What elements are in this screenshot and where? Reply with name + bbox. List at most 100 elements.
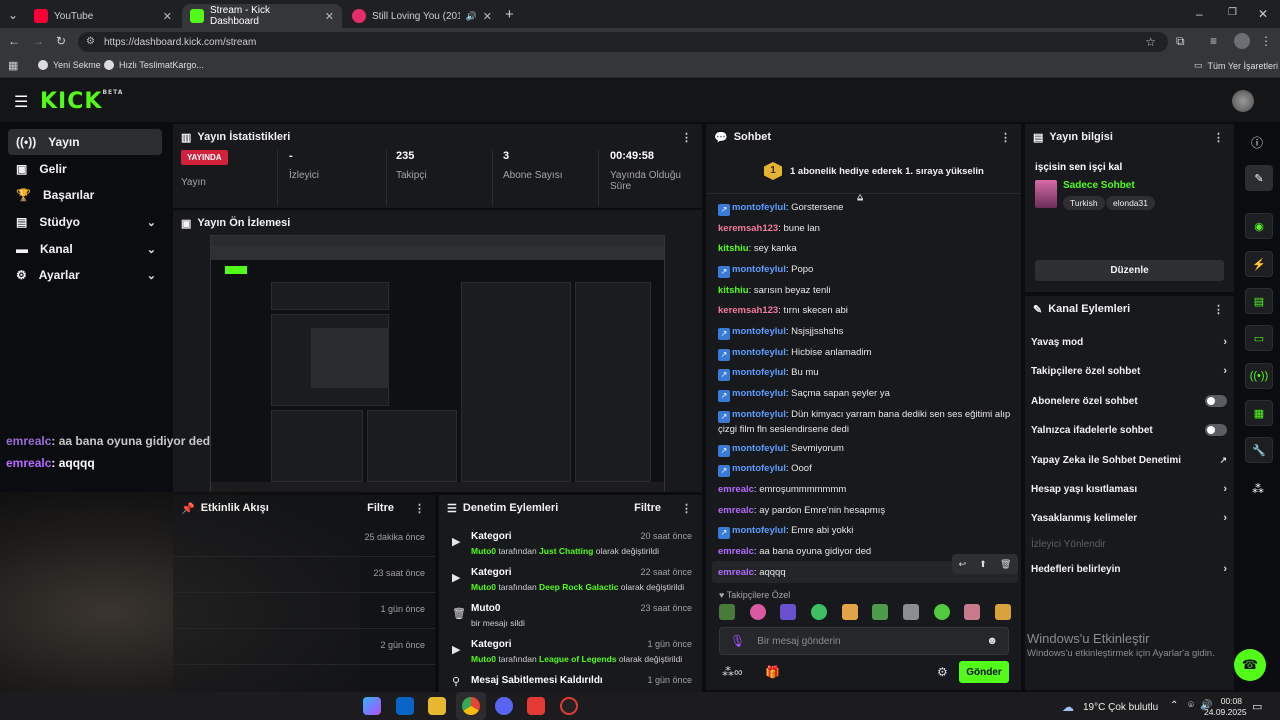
chat-message[interactable]: ↗ montofeylul: Saçma sapan şeyler ya: [718, 387, 1014, 402]
emote-icon[interactable]: [780, 604, 797, 620]
kick-logo[interactable]: KICKBETA: [40, 89, 123, 114]
action-banned-words[interactable]: Yasaklanmış kelimeler ›: [1031, 511, 1227, 525]
broadcast-side-button[interactable]: ((•)): [1245, 363, 1273, 389]
nav-channel[interactable]: ▬ Kanal ⌄: [8, 236, 162, 262]
obs-icon[interactable]: [560, 697, 578, 715]
more-icon[interactable]: ⋮: [1213, 131, 1224, 144]
chat-side-button[interactable]: ▭: [1245, 325, 1273, 351]
more-tools-icon[interactable]: ⁂: [1252, 482, 1264, 496]
tag-chip[interactable]: elonda31: [1106, 196, 1155, 210]
send-button[interactable]: Gönder: [959, 661, 1009, 683]
emote-icon[interactable]: [719, 604, 735, 620]
emote-icon[interactable]: [994, 604, 1011, 620]
chat-input[interactable]: 🎙 Bir mesaj gönderin ☻: [719, 627, 1009, 655]
action-slow-mode[interactable]: Yavaş mod ›: [1031, 335, 1227, 349]
action-set-goals[interactable]: Hedefleri belirleyin ›: [1031, 562, 1227, 576]
notifications-icon[interactable]: ▭: [1252, 700, 1262, 713]
forward-icon[interactable]: →: [32, 34, 44, 48]
window-close-icon[interactable]: ✕: [1258, 7, 1268, 21]
more-icon[interactable]: ⋮: [681, 502, 692, 515]
chat-settings-icon[interactable]: ⚙: [937, 665, 948, 679]
emote-icon[interactable]: [810, 604, 827, 620]
weather-text[interactable]: 19°C Çok bulutlu: [1083, 702, 1158, 713]
points-icon[interactable]: ⁂∞: [722, 665, 743, 679]
address-bar[interactable]: ⚙ https://dashboard.kick.com/stream ☆: [78, 32, 1168, 52]
chat-message[interactable]: kitshiu: sey kanka: [718, 242, 1014, 256]
restore-icon[interactable]: ❐: [1228, 7, 1237, 18]
more-icon[interactable]: ⋮: [1213, 303, 1224, 316]
chat-message[interactable]: ↗ montofeylul: Ooof: [718, 462, 1014, 477]
chat-message[interactable]: emrealc: ay pardon Emre'nin hesapmış: [718, 504, 1014, 518]
close-icon[interactable]: ✕: [163, 10, 172, 23]
emote-icon[interactable]: [933, 604, 950, 620]
tab-list-icon[interactable]: ⌄: [6, 8, 20, 22]
bolt-side-button[interactable]: ⚡: [1245, 251, 1273, 277]
user-avatar[interactable]: [1232, 90, 1254, 112]
stream-preview-video[interactable]: [210, 235, 665, 492]
nav-settings[interactable]: ⚙ Ayarlar ⌄: [8, 262, 162, 288]
all-bookmarks[interactable]: ▭ Tüm Yer İşaretleri: [1194, 60, 1278, 71]
apps-icon[interactable]: ▦: [8, 59, 18, 72]
chat-message[interactable]: keremsah123: tırnı skecen abi: [718, 304, 1014, 318]
nav-achievements[interactable]: 🏆 Başarılar: [8, 182, 162, 208]
menu-dots-icon[interactable]: ⋮: [1260, 34, 1272, 48]
hamburger-menu-icon[interactable]: ☰: [14, 92, 28, 112]
category-name[interactable]: Sadece Sohbet: [1063, 180, 1135, 191]
mic-icon[interactable]: 🎙: [730, 634, 745, 648]
emote-icon[interactable]: [841, 604, 858, 620]
wrench-side-button[interactable]: 🔧: [1245, 437, 1273, 463]
reply-icon[interactable]: ↩: [959, 559, 967, 570]
speaker-icon[interactable]: 🔊: [466, 11, 477, 22]
emote-icon[interactable]: [964, 604, 981, 620]
toggle-switch[interactable]: [1205, 395, 1227, 407]
emote-icon[interactable]: [749, 604, 766, 620]
bookmark-new-tab[interactable]: Yeni Sekme: [38, 60, 101, 70]
tray-chevron-icon[interactable]: ⌃: [1170, 700, 1178, 711]
layout-side-button[interactable]: ▦: [1245, 400, 1273, 426]
info-circle-icon[interactable]: ⓘ: [1251, 134, 1263, 151]
more-icon[interactable]: ⋮: [681, 131, 692, 144]
more-icon[interactable]: ⋮: [414, 502, 425, 515]
bookmark-cargo[interactable]: Hızlı TeslimatKargo...: [104, 60, 204, 70]
clock[interactable]: 00:08 24.09.2025: [1204, 696, 1247, 718]
new-tab-icon[interactable]: +: [505, 6, 514, 23]
chat-message[interactable]: kitshiu: sarısın beyaz tenli: [718, 284, 1014, 298]
camera-side-button[interactable]: ◉: [1245, 213, 1273, 239]
chat-message[interactable]: ↗ montofeylul: Dün kimyacı yarram bana de…: [718, 408, 1014, 437]
extensions-icon[interactable]: ⧉: [1176, 34, 1185, 49]
action-followers-only[interactable]: Takipçilere özel sohbet ›: [1031, 364, 1227, 378]
chat-message[interactable]: ↗ montofeylul: Bu mu: [718, 366, 1014, 381]
chat-message[interactable]: keremsah123: bune lan: [718, 222, 1014, 236]
discord-icon[interactable]: [495, 697, 513, 715]
clip-side-button[interactable]: ▤: [1245, 288, 1273, 314]
tab-music[interactable]: Still Loving You (2015 - Rem 🔊 ✕: [344, 4, 500, 28]
action-ai-moderation[interactable]: Yapay Zeka ile Sohbet Denetimi ↗: [1031, 453, 1227, 467]
action-account-age[interactable]: Hesap yaşı kısıtlaması ›: [1031, 482, 1227, 496]
back-icon[interactable]: ←: [8, 34, 20, 48]
filter-button[interactable]: Filtre: [367, 502, 394, 514]
gift-icon[interactable]: 🎁: [765, 665, 780, 679]
tab-youtube[interactable]: YouTube ✕: [26, 4, 180, 28]
chrome-icon[interactable]: [462, 697, 480, 715]
pin-icon[interactable]: ⬆: [979, 559, 987, 570]
gift-leaderboard-banner[interactable]: 1 1 abonelik hediye ederek 1. sıraya yük…: [706, 150, 1021, 194]
emoji-icon[interactable]: ☻: [986, 635, 998, 647]
outlook-icon[interactable]: [396, 697, 414, 715]
close-icon[interactable]: ✕: [483, 10, 492, 23]
chat-message[interactable]: ↗ montofeylul: Popo: [718, 263, 1014, 278]
close-icon[interactable]: ✕: [325, 10, 334, 23]
minimize-icon[interactable]: –: [1196, 7, 1203, 21]
support-button[interactable]: ☎: [1234, 649, 1266, 681]
chat-message[interactable]: emrealc: emroşummmmmmm: [718, 483, 1014, 497]
more-icon[interactable]: ⋮: [1000, 131, 1011, 144]
chat-message[interactable]: ↗ montofeylul: Sevmiyorum: [718, 442, 1014, 457]
tab-kick-dashboard[interactable]: Stream - Kick Dashboard ✕: [182, 4, 342, 28]
chat-message[interactable]: ↗ montofeylul: Nsjsjjsshshs: [718, 325, 1014, 340]
delete-icon[interactable]: 🗑: [1000, 559, 1011, 570]
edit-button[interactable]: Düzenle: [1035, 260, 1224, 281]
bookmark-star-icon[interactable]: ☆: [1145, 35, 1156, 49]
file-explorer-icon[interactable]: [428, 697, 446, 715]
chat-message[interactable]: ↗ montofeylul: Gorstersene: [718, 201, 1014, 216]
filter-button[interactable]: Filtre: [634, 502, 661, 514]
media-icon[interactable]: ≡: [1210, 34, 1217, 48]
